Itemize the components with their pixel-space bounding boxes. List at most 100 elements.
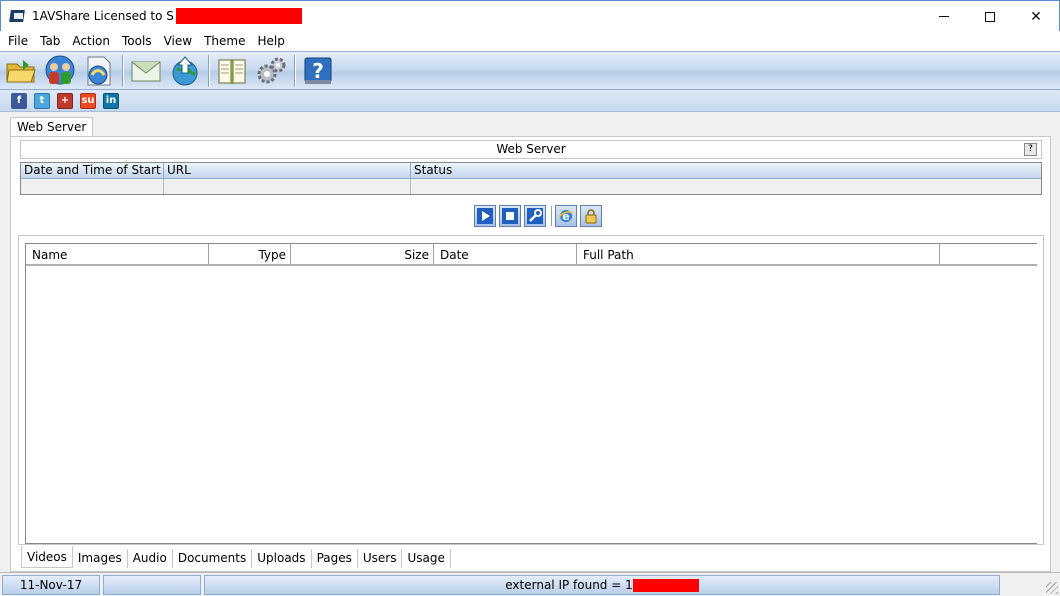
- book-icon: [218, 58, 245, 84]
- server-table-header: Date and Time of Start URL Status: [21, 163, 1041, 179]
- tab-web-server[interactable]: Web Server: [10, 117, 94, 137]
- table-row[interactable]: [21, 179, 1041, 194]
- mail-button[interactable]: [128, 53, 163, 88]
- browser-icon: e: [558, 210, 574, 223]
- twitter-icon: t: [39, 95, 45, 106]
- plus-button[interactable]: +: [57, 92, 73, 109]
- redaction-bar: [632, 578, 699, 592]
- tab-videos[interactable]: Videos: [21, 546, 73, 568]
- maximize-icon: [985, 11, 995, 22]
- menu-help[interactable]: Help: [251, 34, 290, 48]
- column-header-name[interactable]: Name: [26, 244, 209, 264]
- mail-icon: [131, 61, 160, 81]
- share-icon: [87, 56, 110, 85]
- files-box: Name Type Size Date Full Path: [18, 235, 1044, 545]
- status-bar: 11-Nov-17 external IP found = 1: [0, 572, 1060, 596]
- column-header-start-time[interactable]: Date and Time of Start: [21, 163, 164, 178]
- social-bar: f t + su in: [0, 90, 1060, 112]
- column-header-date[interactable]: Date: [434, 244, 577, 264]
- menu-theme[interactable]: Theme: [198, 34, 251, 48]
- toolbar-separator: [294, 54, 295, 87]
- settings-gears-icon: [257, 57, 285, 83]
- tab-pages[interactable]: Pages: [312, 549, 358, 568]
- configure-button[interactable]: [524, 205, 546, 227]
- panel-help-button[interactable]: ?: [1024, 143, 1037, 156]
- twitter-button[interactable]: t: [34, 92, 50, 109]
- facebook-button[interactable]: f: [11, 92, 27, 109]
- wrench-icon: [527, 208, 543, 224]
- column-header-size[interactable]: Size: [291, 244, 434, 264]
- close-icon: ✕: [1030, 8, 1042, 25]
- help-button[interactable]: ?: [300, 53, 335, 88]
- main-toolbar: ?: [0, 51, 1060, 90]
- toolbar-separator: [122, 54, 123, 87]
- tab-usage[interactable]: Usage: [402, 549, 451, 568]
- server-header-title: Web Server: [496, 142, 566, 156]
- open-folder-button[interactable]: [3, 53, 38, 88]
- column-header-status[interactable]: Status: [411, 163, 1041, 178]
- lock-button[interactable]: [580, 205, 602, 227]
- plus-icon: +: [60, 95, 70, 106]
- settings-button[interactable]: [253, 53, 288, 88]
- stop-icon: [502, 208, 518, 224]
- column-header-type[interactable]: Type: [209, 244, 291, 264]
- share-button[interactable]: [81, 53, 116, 88]
- window-controls: ✕: [921, 1, 1059, 32]
- control-separator: [551, 206, 552, 226]
- menu-bar: File Tab Action Tools View Theme Help: [0, 31, 1060, 51]
- column-header-extra[interactable]: [940, 244, 1036, 264]
- column-header-url[interactable]: URL: [164, 163, 411, 178]
- redaction-bar: [175, 8, 302, 24]
- help-icon: ?: [304, 57, 331, 84]
- linkedin-icon: in: [105, 95, 117, 106]
- menu-file[interactable]: File: [2, 34, 34, 48]
- stop-server-button[interactable]: [499, 205, 521, 227]
- lock-icon: [585, 209, 597, 224]
- globe-upload-icon: [172, 55, 197, 85]
- tab-documents[interactable]: Documents: [173, 549, 253, 568]
- maximize-button[interactable]: [967, 1, 1013, 32]
- open-browser-button[interactable]: e: [555, 205, 577, 227]
- status-ip: external IP found = 1: [204, 574, 1000, 595]
- minimize-button[interactable]: [921, 1, 967, 32]
- status-date: 11-Nov-17: [2, 574, 100, 595]
- linkedin-button[interactable]: in: [103, 92, 119, 109]
- web-server-panel: Web Server ? Date and Time of Start URL …: [10, 136, 1051, 572]
- files-table: Name Type Size Date Full Path: [25, 243, 1037, 544]
- play-icon: [477, 208, 493, 224]
- toolbar-separator: [208, 54, 209, 87]
- window-title: 1AVShare Licensed to S: [32, 9, 174, 23]
- users-button[interactable]: [42, 53, 77, 88]
- close-button[interactable]: ✕: [1013, 1, 1059, 32]
- stumbleupon-icon: su: [81, 95, 95, 106]
- resize-grip[interactable]: [1046, 582, 1058, 594]
- minimize-icon: [939, 16, 949, 17]
- title-bar: 1AVShare Licensed to S ✕: [0, 0, 1060, 31]
- server-table: Date and Time of Start URL Status: [20, 162, 1042, 195]
- facebook-icon: f: [16, 95, 22, 106]
- tab-uploads[interactable]: Uploads: [252, 549, 312, 568]
- menu-tab[interactable]: Tab: [34, 34, 66, 48]
- svg-text:?: ?: [312, 59, 324, 83]
- tab-images[interactable]: Images: [73, 549, 128, 568]
- users-icon: [45, 55, 74, 84]
- menu-tools[interactable]: Tools: [116, 34, 158, 48]
- status-empty-cell: [103, 574, 201, 595]
- stumbleupon-button[interactable]: su: [80, 92, 96, 109]
- tab-users[interactable]: Users: [358, 549, 403, 568]
- start-server-button[interactable]: [474, 205, 496, 227]
- menu-view[interactable]: View: [158, 34, 198, 48]
- menu-action[interactable]: Action: [66, 34, 116, 48]
- book-button[interactable]: [214, 53, 249, 88]
- server-control-bar: e: [474, 205, 605, 227]
- main-area: Web Server Web Server ? Date and Time of…: [0, 112, 1060, 572]
- status-ip-text: external IP found = 1: [505, 577, 633, 592]
- bottom-tab-strip: Videos Images Audio Documents Uploads Pa…: [21, 546, 451, 568]
- globe-upload-button[interactable]: [167, 53, 202, 88]
- server-header: Web Server ?: [20, 140, 1042, 159]
- files-table-header: Name Type Size Date Full Path: [26, 244, 1037, 266]
- open-folder-icon: [5, 59, 36, 82]
- column-header-full-path[interactable]: Full Path: [577, 244, 940, 264]
- app-logo-icon: [9, 8, 26, 24]
- tab-audio[interactable]: Audio: [128, 549, 173, 568]
